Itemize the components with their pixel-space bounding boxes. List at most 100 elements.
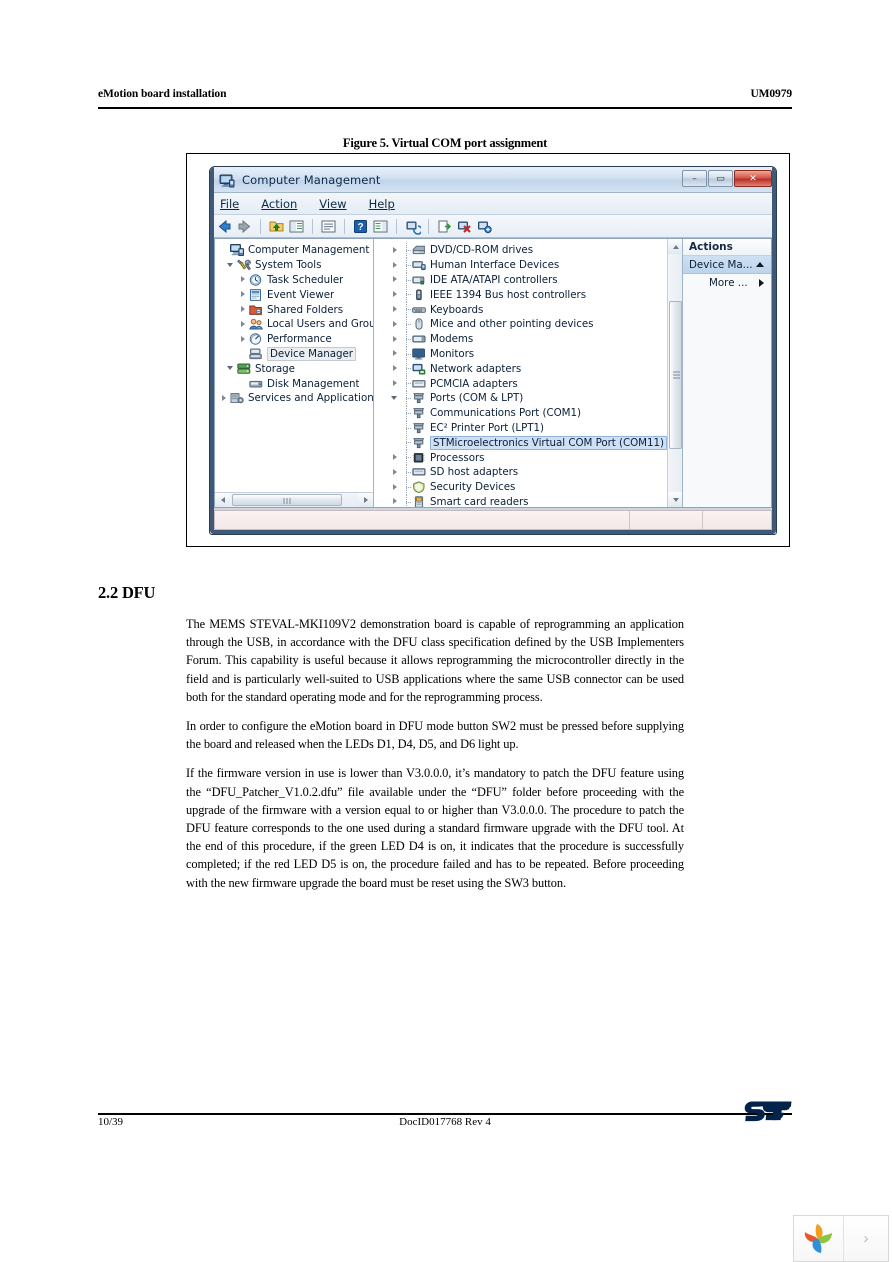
properties-icon[interactable] (320, 218, 337, 235)
scroll-thumb-vertical[interactable] (669, 301, 682, 449)
device-item-modems[interactable]: Modems (382, 331, 682, 347)
update-driver-icon[interactable] (436, 218, 453, 235)
twisty-collapsed-icon[interactable] (238, 304, 249, 315)
disable-device-icon[interactable] (456, 218, 473, 235)
computer-icon (230, 244, 244, 257)
twisty-collapsed-icon[interactable] (390, 334, 401, 345)
caret-right-icon[interactable] (759, 279, 764, 287)
menu-item-file[interactable]: File (220, 197, 239, 211)
twisty-collapsed-icon[interactable] (390, 304, 401, 315)
device-item-mice-and-other-pointing-devices[interactable]: Mice and other pointing devices (382, 316, 682, 332)
menu-item-action[interactable]: Action (261, 197, 297, 211)
twisty-collapsed-icon[interactable] (390, 496, 401, 507)
disk-management-icon (249, 378, 263, 390)
caret-up-icon[interactable] (756, 262, 764, 267)
twisty-collapsed-icon[interactable] (390, 482, 401, 493)
twisty-collapsed-icon[interactable] (219, 393, 230, 404)
tree-item-local-users-and-groups[interactable]: Local Users and Groups (219, 317, 373, 332)
tree-item-performance[interactable]: Performance (219, 332, 373, 347)
up-folder-icon[interactable] (268, 218, 285, 235)
tree-item-system-tools[interactable]: System Tools (219, 258, 373, 273)
twisty-expanded-icon[interactable] (226, 363, 237, 374)
scroll-right-button[interactable] (358, 493, 373, 507)
twisty-collapsed-icon[interactable] (390, 245, 401, 256)
device-item-dvd-cd-rom-drives[interactable]: DVD/CD-ROM drives (382, 243, 682, 258)
twisty-collapsed-icon[interactable] (390, 274, 401, 285)
twisty-collapsed-icon[interactable] (390, 260, 401, 271)
console-tree-horizontal-scrollbar[interactable] (215, 492, 373, 507)
device-item-ports-com-and-lpt[interactable]: Ports (COM & LPT) (382, 390, 682, 406)
tree-item-shared-folders[interactable]: Shared Folders (219, 302, 373, 317)
tree-label: Computer Management (Local (248, 244, 373, 257)
footer-doc-id: DocID017768 Rev 4 (399, 1116, 491, 1128)
menu-item-help[interactable]: Help (369, 197, 395, 211)
close-button[interactable]: ✕ (734, 170, 772, 187)
forward-arrow-icon[interactable] (236, 218, 253, 235)
device-item-stmicroelectronics-virtual-com-port-com11[interactable]: STMicroelectronics Virtual COM Port (COM… (382, 435, 682, 450)
device-item-processors[interactable]: Processors (382, 450, 682, 465)
device-item-ieee-1394-bus-host-controllers[interactable]: IEEE 1394 Bus host controllers (382, 287, 682, 302)
twisty-collapsed-icon[interactable] (238, 319, 249, 330)
twisty-collapsed-icon[interactable] (390, 378, 401, 389)
tree-item-event-viewer[interactable]: Event Viewer (219, 287, 373, 302)
twisty-collapsed-icon[interactable] (238, 274, 249, 285)
tree-item-services-and-applications[interactable]: Services and Applications (219, 391, 373, 406)
maximize-button[interactable]: ▭ (708, 170, 733, 187)
scroll-thumb-horizontal[interactable] (232, 494, 342, 506)
twisty-collapsed-icon[interactable] (390, 289, 401, 300)
twisty-expanded-icon[interactable] (390, 393, 401, 404)
twisty-collapsed-icon[interactable] (238, 334, 249, 345)
device-item-keyboards[interactable]: Keyboards (382, 302, 682, 317)
twisty-collapsed-icon[interactable] (390, 467, 401, 478)
console-tree-pane[interactable]: Computer Management (Local System Tools (215, 239, 374, 507)
action-group-device-manager[interactable]: Device Ma... (683, 256, 771, 274)
device-item-sd-host-adapters[interactable]: SD host adapters (382, 464, 682, 480)
device-item-human-interface-devices[interactable]: Human Interface Devices (382, 257, 682, 273)
tree-item-device-manager[interactable]: Device Manager (219, 346, 373, 362)
action-item-more[interactable]: More ... (683, 274, 771, 292)
device-item-smart-card-readers[interactable]: Smart card readers (382, 494, 682, 507)
device-manager-pane[interactable]: DVD/CD-ROM drives Human Interface Device… (374, 239, 683, 507)
device-tree-vertical-scrollbar[interactable] (667, 239, 682, 507)
device-item-ecp-printer-port-lpt1[interactable]: EC² Printer Port (LPT1) (382, 420, 682, 436)
device-item-communications-port-com1[interactable]: Communications Port (COM1) (382, 405, 682, 421)
port-icon (412, 422, 426, 434)
help-icon[interactable]: ? (352, 218, 369, 235)
leaf-pinwheel-logo[interactable] (794, 1216, 844, 1261)
show-hide-console-tree-icon[interactable] (288, 218, 305, 235)
twisty-collapsed-icon[interactable] (390, 363, 401, 374)
next-page-button[interactable]: › (844, 1216, 888, 1261)
twisty-expanded-icon[interactable] (226, 260, 237, 271)
scroll-up-button[interactable] (668, 239, 682, 254)
scroll-down-button[interactable] (668, 492, 682, 507)
device-item-pcmcia-adapters[interactable]: PCMCIA adapters (382, 376, 682, 391)
tree-connector (401, 316, 412, 332)
tree-item-storage[interactable]: Storage (219, 361, 373, 376)
device-item-ide-ata-atapi-controllers[interactable]: IDE ATA/ATAPI controllers (382, 272, 682, 288)
minimize-button[interactable]: – (682, 170, 707, 187)
scan-for-hardware-changes-icon[interactable] (404, 218, 423, 235)
uninstall-device-icon[interactable] (476, 218, 493, 235)
device-item-monitors[interactable]: Monitors (382, 346, 682, 362)
status-bar (214, 510, 772, 530)
twisty-collapsed-icon[interactable] (390, 319, 401, 330)
menu-help-label: Help (368, 196, 395, 211)
show-hide-action-pane-icon[interactable] (372, 218, 389, 235)
twisty-collapsed-icon[interactable] (390, 452, 401, 463)
toolbar: ? (210, 215, 776, 238)
device-label: PCMCIA adapters (430, 377, 518, 390)
device-item-network-adapters[interactable]: Network adapters (382, 361, 682, 376)
tree-item-disk-management[interactable]: Disk Management (219, 376, 373, 391)
back-arrow-icon[interactable] (216, 218, 233, 235)
tree-connector (401, 361, 412, 376)
scroll-left-button[interactable] (215, 493, 230, 507)
tree-item-computer-management[interactable]: Computer Management (Local (219, 243, 373, 258)
footer-page-number: 10/39 (98, 1116, 124, 1128)
menu-item-view[interactable]: View (319, 197, 346, 211)
document-page: eMotion board installation UM0979 Figure… (0, 0, 892, 1262)
no-twisty (238, 378, 249, 389)
twisty-collapsed-icon[interactable] (238, 289, 249, 300)
tree-item-task-scheduler[interactable]: Task Scheduler (219, 273, 373, 288)
twisty-collapsed-icon[interactable] (390, 348, 401, 359)
device-item-security-devices[interactable]: Security Devices (382, 479, 682, 495)
